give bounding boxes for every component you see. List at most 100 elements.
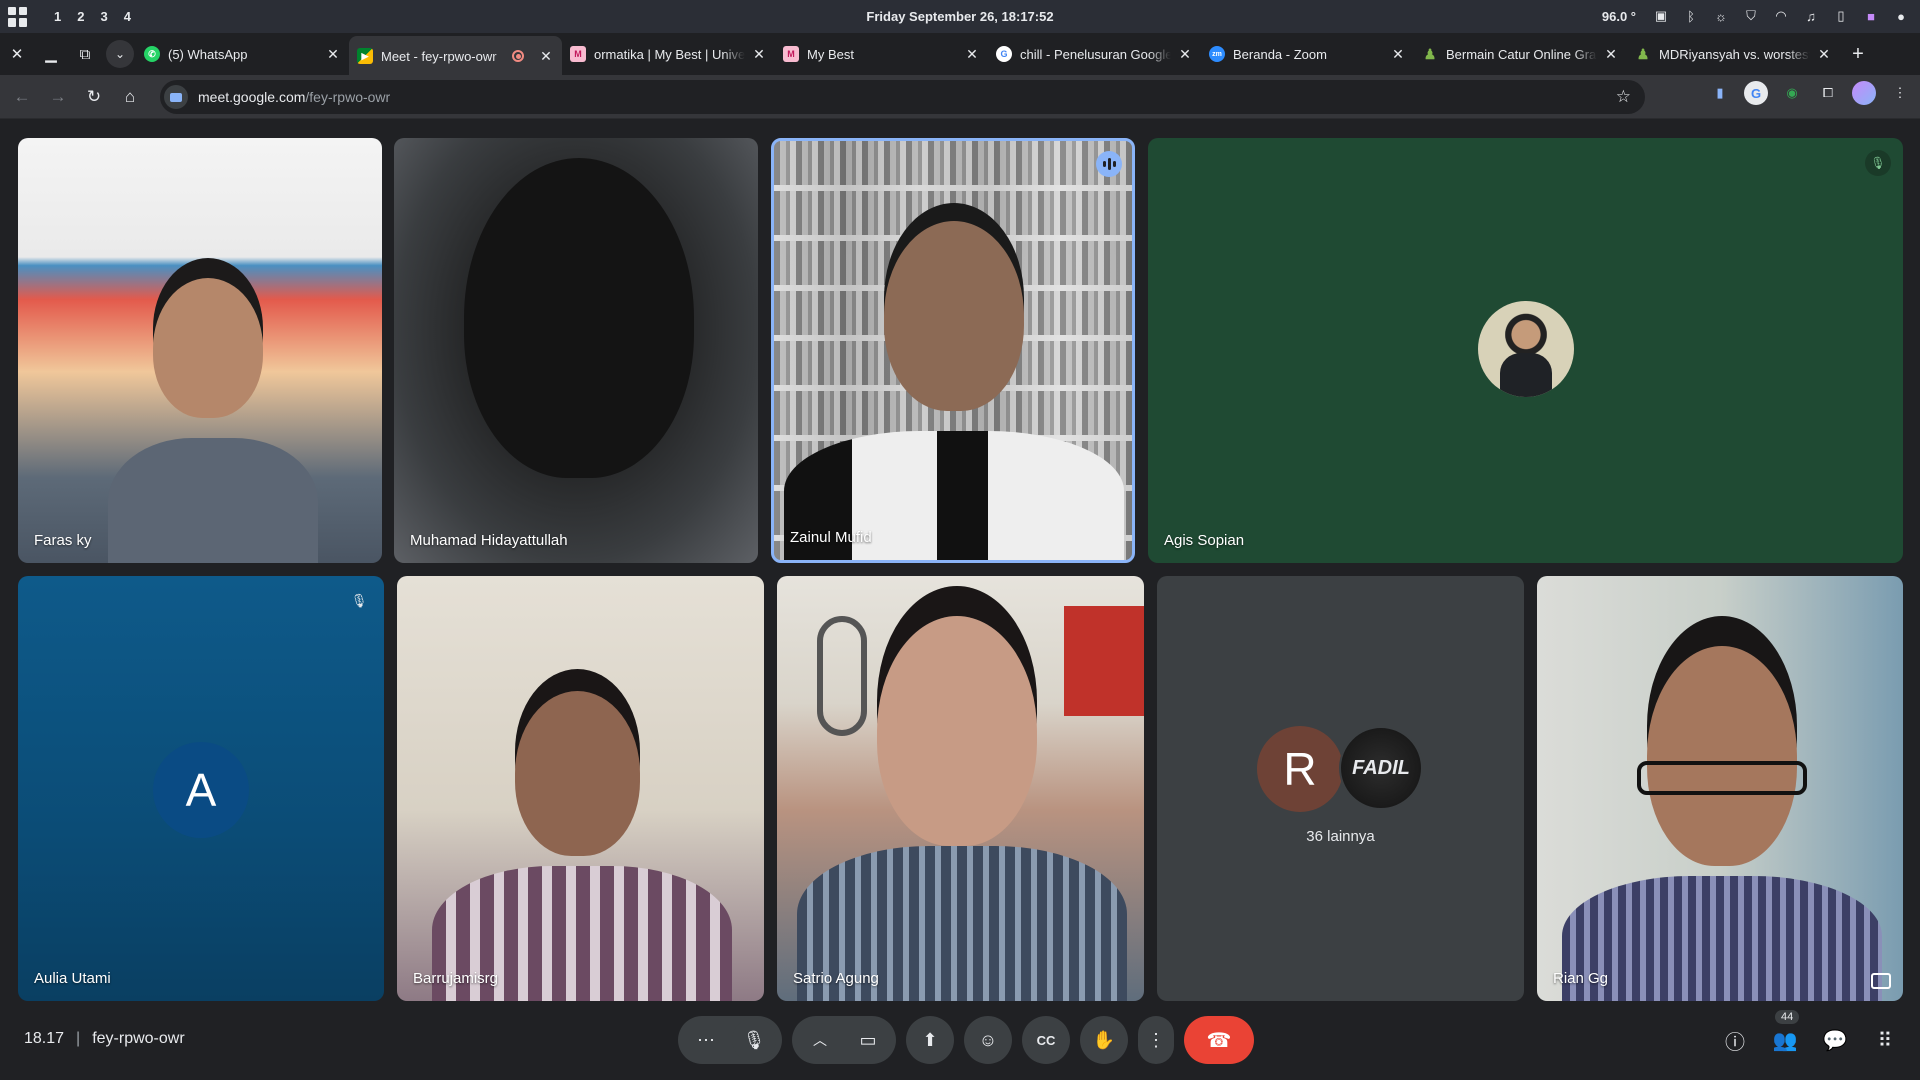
participant-tile[interactable]: Satrio Agung [777, 576, 1144, 1001]
participant-tile[interactable]: Zainul Mufid [771, 138, 1135, 563]
pip-icon[interactable] [1871, 973, 1891, 989]
participant-name: Barrujamisrg [413, 970, 499, 987]
close-tab-icon[interactable]: ✕ [751, 46, 767, 63]
tab-title: (5) WhatsApp [168, 46, 248, 62]
translate-extension-icon[interactable]: G [1744, 81, 1768, 105]
restore-window-icon[interactable]: ⧉ [68, 37, 102, 71]
extensions-area: ▮ G ◉ ⧠ ⋮ [1708, 81, 1912, 105]
back-arrow-icon[interactable]: ← [4, 79, 40, 115]
camera-icon[interactable]: ▭ [846, 1018, 890, 1062]
site-info-icon[interactable] [164, 85, 188, 109]
muted-mic-icon: 🎙 [1865, 150, 1891, 176]
battery-icon[interactable]: ▯ [1832, 7, 1850, 25]
more-participants-count: 36 lainnya [1306, 828, 1375, 845]
raise-hand-icon[interactable]: ✋ [1080, 1016, 1128, 1064]
more-participants-tile[interactable]: R FADIL 36 lainnya [1157, 576, 1524, 1001]
wifi-icon[interactable]: ◠ [1772, 7, 1790, 25]
user-icon[interactable]: ● [1892, 7, 1910, 25]
shield-icon[interactable]: ⛉ [1742, 7, 1760, 25]
chess-icon: ♟ [1423, 45, 1437, 62]
tab-whatsapp[interactable]: ✆ (5) WhatsApp ✕ [136, 36, 349, 72]
audio-options-icon[interactable]: ⋯ [684, 1018, 728, 1062]
emoji-reaction-icon[interactable]: ☺ [964, 1016, 1012, 1064]
extensions-puzzle-icon[interactable]: ⧠ [1816, 81, 1840, 105]
bookmark-star-icon[interactable]: ☆ [1616, 87, 1631, 107]
activities-icon[interactable]: ⠿ [1870, 1025, 1900, 1055]
close-tab-icon[interactable]: ✕ [538, 48, 554, 65]
participant-body [108, 438, 318, 563]
close-tab-icon[interactable]: ✕ [1816, 46, 1832, 63]
muted-mic-icon: 🎙 [350, 593, 368, 608]
recording-indicator-icon [512, 50, 524, 62]
workspace-3[interactable]: 3 [100, 9, 107, 24]
participant-tile[interactable]: Barrujamisrg [397, 576, 764, 1001]
meet-icon: ▶ [357, 48, 373, 64]
microphone-icon[interactable]: 🎙 [732, 1018, 776, 1062]
workspace-4[interactable]: 4 [124, 9, 131, 24]
profile-avatar[interactable] [1852, 81, 1876, 105]
chat-icon[interactable]: 💬 [1820, 1025, 1850, 1055]
chess-icon: ♟ [1636, 45, 1650, 62]
tab-meet[interactable]: ▶ Meet - fey-rpwo-owr ✕ [349, 36, 562, 76]
participant-tile[interactable]: Faras ky [18, 138, 382, 563]
meeting-info-icon[interactable]: ⓘ [1720, 1025, 1750, 1055]
docs-extension-icon[interactable]: ▮ [1708, 81, 1732, 105]
tab-google-search[interactable]: G chill - Penelusuran Google ✕ [988, 36, 1201, 72]
night-light-icon[interactable]: ☼ [1712, 7, 1730, 25]
close-tab-icon[interactable]: ✕ [1390, 46, 1406, 63]
tab-title: chill - Penelusuran Google [1020, 46, 1171, 62]
participant-video [884, 221, 1024, 411]
participant-name: Zainul Mufid [790, 529, 872, 546]
participant-tile[interactable]: Muhamad Hidayattullah [394, 138, 758, 563]
tab-mybest[interactable]: M My Best ✕ [775, 36, 988, 72]
eye-extension-icon[interactable]: ◉ [1780, 81, 1804, 105]
participant-tile[interactable]: Rian Gg [1537, 576, 1903, 1001]
tab-chess-play[interactable]: ♟ Bermain Catur Online Gratis ✕ [1414, 36, 1627, 72]
close-tab-icon[interactable]: ✕ [964, 46, 980, 63]
tab-search-chevron-icon[interactable]: ⌄ [106, 40, 134, 68]
video-options-chevron-icon[interactable]: ︿ [798, 1018, 842, 1062]
meeting-time: 18.17 [24, 1030, 65, 1047]
bluetooth-icon[interactable]: ᛒ [1682, 7, 1700, 25]
home-icon[interactable]: ⌂ [112, 79, 148, 115]
tab-chess-game[interactable]: ♟ MDRiyansyah vs. worstest ✕ [1627, 36, 1840, 72]
url-text[interactable]: meet.google.com/fey-rpwo-owr [198, 89, 390, 105]
red-object [1064, 606, 1144, 716]
minimize-window-icon[interactable]: ▁ [34, 37, 68, 71]
forward-arrow-icon[interactable]: → [40, 79, 76, 115]
workspace-1[interactable]: 1 [54, 9, 61, 24]
meeting-code: fey-rpwo-owr [92, 1030, 185, 1047]
workspace-2[interactable]: 2 [77, 9, 84, 24]
participant-video [153, 278, 263, 418]
tab-title: My Best [807, 46, 854, 62]
reload-icon[interactable]: ↻ [76, 79, 112, 115]
mybest-icon: M [783, 46, 799, 62]
close-tab-icon[interactable]: ✕ [1177, 46, 1193, 63]
app-grid-icon[interactable] [8, 6, 28, 27]
system-tray: 96.0 ° ▣ ᛒ ☼ ⛉ ◠ ♫ ▯ ■ ● [1602, 7, 1910, 25]
system-top-bar: 1 2 3 4 Friday September 26, 18:17:52 96… [0, 0, 1920, 33]
participant-body [1562, 876, 1882, 1001]
mybest-icon: M [570, 46, 586, 62]
tab-zoom[interactable]: zm Beranda - Zoom ✕ [1201, 36, 1414, 72]
folder-icon[interactable]: ■ [1862, 7, 1880, 25]
browser-tab-strip: ✕ ▁ ⧉ ⌄ ✆ (5) WhatsApp ✕ ▶ Meet - fey-rp… [0, 33, 1920, 76]
more-options-icon[interactable]: ⋮ [1138, 1016, 1174, 1064]
close-tab-icon[interactable]: ✕ [325, 46, 341, 63]
people-icon[interactable]: 44 👥 [1770, 1010, 1800, 1055]
captions-icon[interactable]: CC [1022, 1016, 1070, 1064]
browser-menu-icon[interactable]: ⋮ [1888, 81, 1912, 105]
end-call-icon[interactable]: ☎ [1184, 1016, 1254, 1064]
tab-list: ✆ (5) WhatsApp ✕ ▶ Meet - fey-rpwo-owr ✕… [136, 33, 1840, 76]
close-window-icon[interactable]: ✕ [0, 37, 34, 71]
participant-tile[interactable]: 🎙 Agis Sopian [1148, 138, 1903, 563]
screenshot-icon[interactable]: ▣ [1652, 7, 1670, 25]
tab-ormatika-mybest[interactable]: M ormatika | My Best | Universitas ✕ [562, 36, 775, 72]
participant-video [877, 616, 1037, 846]
close-tab-icon[interactable]: ✕ [1603, 46, 1619, 63]
new-tab-plus-icon[interactable]: + [1844, 40, 1872, 68]
participant-tile[interactable]: A 🎙 Aulia Utami [18, 576, 384, 1001]
present-screen-icon[interactable]: ⬆ [906, 1016, 954, 1064]
address-bar[interactable]: meet.google.com/fey-rpwo-owr ☆ [160, 80, 1645, 114]
music-icon[interactable]: ♫ [1802, 7, 1820, 25]
